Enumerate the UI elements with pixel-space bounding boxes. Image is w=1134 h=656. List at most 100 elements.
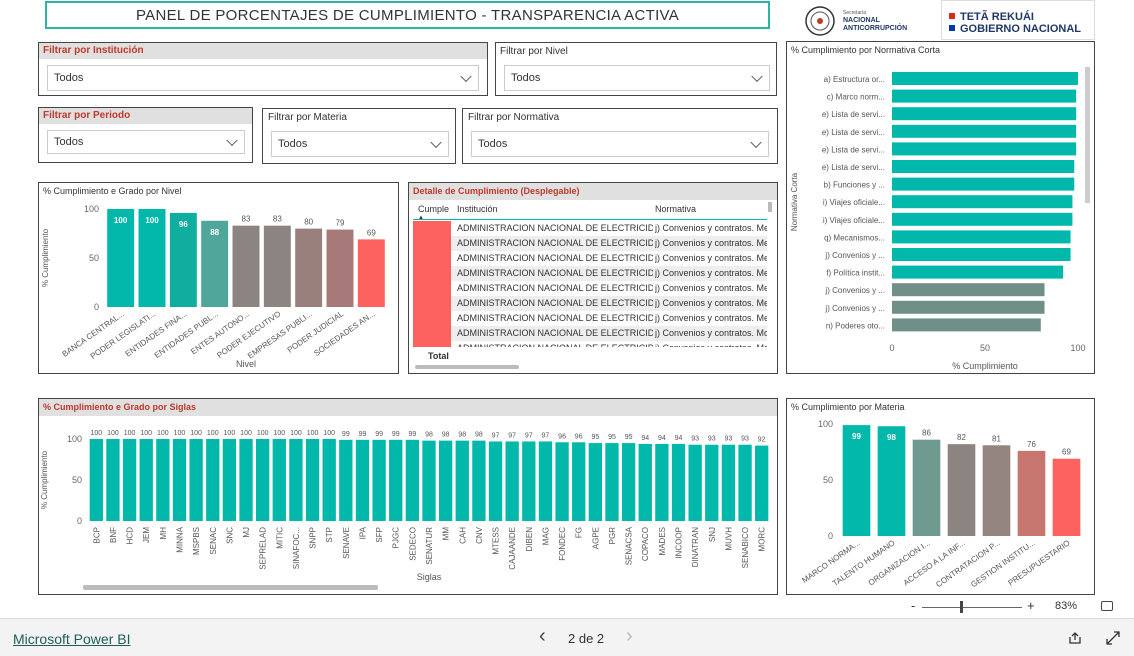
table-row[interactable]: ADMINISTRACION NACIONAL DE ELECTRICIDADj…	[413, 341, 767, 347]
nivel-dropdown[interactable]: Todos	[504, 65, 770, 91]
bar[interactable]	[892, 212, 1073, 226]
bar[interactable]	[982, 445, 1011, 536]
bar[interactable]	[1017, 450, 1046, 536]
table-row[interactable]: ADMINISTRACION NACIONAL DE ELECTRICIDADj…	[413, 221, 767, 236]
col-header-normativa[interactable]: Normativa	[655, 204, 696, 214]
bar[interactable]	[892, 177, 1075, 191]
bar[interactable]	[721, 444, 736, 521]
col-header-institucion[interactable]: Institución	[457, 204, 498, 214]
bar[interactable]	[222, 439, 237, 521]
table-row[interactable]: ADMINISTRACION NACIONAL DE ELECTRICIDADj…	[413, 236, 767, 251]
bar[interactable]	[355, 439, 370, 521]
bar[interactable]	[206, 439, 220, 521]
table-row[interactable]: ADMINISTRACION NACIONAL DE ELECTRICIDADj…	[413, 296, 767, 311]
bar[interactable]	[505, 441, 519, 521]
bar[interactable]	[892, 107, 1077, 121]
table-row[interactable]: ADMINISTRACION NACIONAL DE ELECTRICIDADj…	[413, 311, 767, 326]
chart-normativa-scrollbar[interactable]	[1085, 67, 1090, 203]
bar[interactable]	[263, 225, 291, 307]
bar[interactable]	[892, 142, 1077, 156]
table-row[interactable]: ADMINISTRACION NACIONAL DE ELECTRICIDADj…	[413, 326, 767, 341]
bar[interactable]	[438, 440, 453, 521]
previous-page-button[interactable]: ‹	[539, 625, 546, 648]
periodo-dropdown[interactable]: Todos	[47, 130, 245, 154]
bar[interactable]	[892, 195, 1073, 209]
bar[interactable]	[189, 439, 203, 521]
zoom-in-button[interactable]: +	[1027, 598, 1035, 613]
bar[interactable]	[588, 443, 602, 521]
bar[interactable]	[555, 442, 569, 521]
bar[interactable]	[892, 318, 1041, 332]
next-page-button[interactable]: ›	[626, 625, 633, 648]
zoom-slider-thumb[interactable]	[960, 601, 963, 613]
table-row[interactable]: ADMINISTRACION NACIONAL DE ELECTRICIDADj…	[413, 281, 767, 296]
bar[interactable]	[877, 426, 906, 536]
bar[interactable]	[295, 228, 323, 307]
bar[interactable]	[892, 283, 1045, 297]
bar[interactable]	[106, 439, 120, 521]
bar[interactable]	[289, 439, 303, 521]
bar[interactable]	[892, 89, 1077, 103]
bar[interactable]	[1052, 458, 1081, 536]
bar[interactable]	[305, 439, 320, 521]
data-label: 96	[558, 433, 566, 440]
bar[interactable]	[239, 439, 253, 521]
table-vertical-scrollbar[interactable]	[768, 202, 772, 212]
bar[interactable]	[738, 444, 752, 521]
institucion-dropdown[interactable]: Todos	[47, 65, 479, 91]
bar[interactable]	[755, 445, 769, 521]
bar[interactable]	[892, 248, 1071, 261]
bar[interactable]	[172, 439, 187, 521]
bar[interactable]	[605, 443, 619, 521]
share-icon[interactable]	[1068, 631, 1082, 645]
bar[interactable]	[892, 160, 1075, 173]
bar[interactable]	[122, 439, 137, 521]
bar[interactable]	[357, 239, 385, 307]
fullscreen-icon[interactable]	[1106, 631, 1120, 645]
bar[interactable]	[232, 225, 260, 307]
bar[interactable]	[892, 72, 1078, 85]
powerbi-brand-link[interactable]: Microsoft Power BI	[13, 631, 130, 647]
table-horizontal-scrollbar[interactable]	[415, 365, 519, 369]
bar[interactable]	[389, 439, 403, 521]
bar[interactable]	[705, 444, 719, 521]
bar[interactable]	[322, 439, 336, 521]
bar[interactable]	[572, 442, 586, 521]
bar[interactable]	[671, 443, 686, 521]
fit-to-page-icon[interactable]	[1101, 601, 1113, 611]
bar[interactable]	[139, 439, 153, 521]
bar[interactable]	[892, 265, 1064, 279]
bar[interactable]	[912, 439, 941, 536]
materia-dropdown[interactable]: Todos	[271, 131, 449, 157]
bar[interactable]	[538, 441, 553, 521]
bar[interactable]	[621, 443, 636, 521]
bar[interactable]	[842, 425, 871, 536]
bar[interactable]	[522, 441, 536, 521]
bar[interactable]	[655, 443, 669, 521]
bar[interactable]	[472, 440, 486, 521]
bar[interactable]	[372, 439, 386, 521]
bar[interactable]	[156, 439, 170, 521]
bar[interactable]	[455, 440, 469, 521]
normativa-dropdown[interactable]: Todos	[471, 131, 769, 157]
zoom-out-button[interactable]: -	[911, 598, 915, 613]
bar[interactable]	[947, 444, 976, 536]
bar[interactable]	[256, 439, 270, 521]
bar[interactable]	[638, 443, 652, 521]
bar[interactable]	[488, 441, 503, 521]
bar[interactable]	[339, 439, 353, 521]
chart-siglas-scrollbar[interactable]	[83, 585, 378, 590]
bar[interactable]	[892, 124, 1077, 138]
col-header-cumple[interactable]: Cumple	[418, 204, 449, 214]
bar[interactable]	[405, 439, 420, 521]
bar[interactable]	[272, 439, 286, 521]
table-row[interactable]: ADMINISTRACION NACIONAL DE ELECTRICIDADj…	[413, 251, 767, 266]
bar[interactable]	[89, 439, 103, 521]
bar[interactable]	[422, 440, 436, 521]
bar[interactable]	[892, 300, 1045, 314]
zoom-slider-track[interactable]	[922, 607, 1022, 608]
table-row[interactable]: ADMINISTRACION NACIONAL DE ELECTRICIDADj…	[413, 266, 767, 281]
bar[interactable]	[688, 444, 702, 521]
bar[interactable]	[892, 230, 1071, 244]
bar[interactable]	[326, 229, 354, 307]
